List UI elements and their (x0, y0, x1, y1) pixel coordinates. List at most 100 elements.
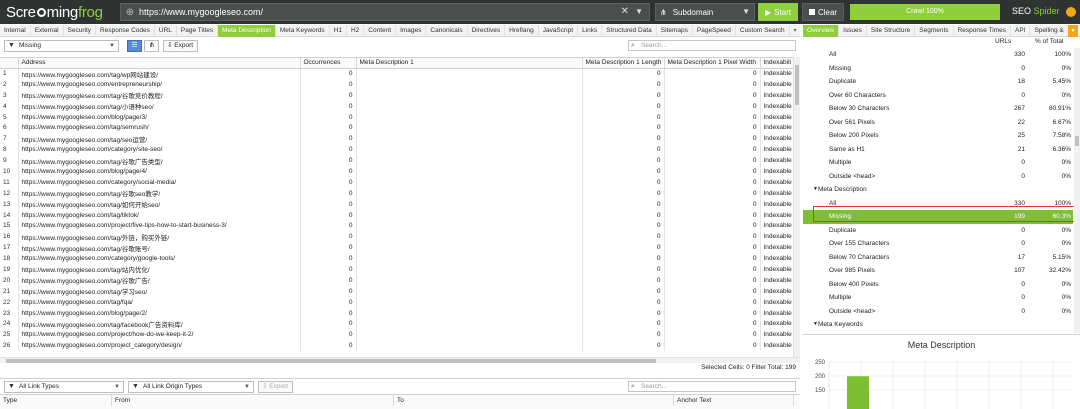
overview-row[interactable]: Below 200 Pixels 25 7.58% (803, 129, 1073, 143)
table-vertical-scrollbar[interactable] (793, 57, 800, 357)
tab-h1[interactable]: H1 (330, 25, 347, 37)
tab-structured-data[interactable]: Structured Data (602, 25, 657, 37)
overview-row[interactable]: Over 60 Characters 0 0% (803, 89, 1073, 103)
table-row[interactable]: 17 https://www.mygoogleseo.com/tag/谷歌账号/0… (0, 242, 793, 254)
tab-external[interactable]: External (31, 25, 64, 37)
overview-row[interactable]: Outside <head> 0 0% (803, 305, 1073, 319)
tab-page-titles[interactable]: Page Titles (177, 25, 219, 37)
table-row[interactable]: 18 https://www.mygoogleseo.com/category/g… (0, 253, 793, 265)
start-button[interactable]: ▶ Start (758, 3, 798, 21)
side-tab-response-times[interactable]: Response Times (954, 25, 1011, 37)
list-view-button[interactable]: ☰ (127, 40, 142, 52)
table-row[interactable]: 12 https://www.mygoogleseo.com/tag/谷歌seo教… (0, 187, 793, 199)
column-header[interactable]: From (112, 395, 394, 406)
tab-security[interactable]: Security (64, 25, 97, 37)
table-row[interactable]: 10 https://www.mygoogleseo.com/blog/page/… (0, 166, 793, 177)
overview-row[interactable]: Over 561 Pixels 22 6.67% (803, 116, 1073, 130)
overview-row[interactable]: Multiple 0 0% (803, 156, 1073, 170)
clear-url-icon[interactable]: ✕ (621, 6, 629, 17)
crawl-mode-select[interactable]: ⋔ Subdomain ▼ (655, 3, 755, 21)
bar-missing[interactable] (847, 376, 869, 409)
tab-h2[interactable]: H2 (347, 25, 365, 37)
tab-meta-keywords[interactable]: Meta Keywords (276, 25, 330, 37)
overview-row[interactable]: Outside <head> 0 0% (803, 170, 1073, 184)
chevron-down-icon[interactable]: ▼ (635, 7, 643, 16)
table-row[interactable]: 22 https://www.mygoogleseo.com/tag/fqa/0 0… (0, 296, 793, 308)
tab-meta-description[interactable]: Meta Description (218, 25, 276, 37)
table-row[interactable]: 23 https://www.mygoogleseo.com/blog/page/… (0, 307, 793, 319)
overview-row[interactable]: Duplicate 18 5.45% (803, 75, 1073, 89)
link-types-select[interactable]: ▼ All Link Types ▼ (4, 381, 124, 393)
table-row[interactable]: 8 https://www.mygoogleseo.com/category/si… (0, 144, 793, 156)
table-row[interactable]: 6 https://www.mygoogleseo.com/tag/semrush… (0, 122, 793, 134)
tab-internal[interactable]: Internal (0, 25, 31, 37)
column-header[interactable]: Type (0, 395, 112, 406)
table-row[interactable]: 9 https://www.mygoogleseo.com/tag/谷歌广告类型/… (0, 155, 793, 167)
overview-row[interactable]: Below 30 Characters 267 80.91% (803, 102, 1073, 116)
table-row[interactable]: 16 https://www.mygoogleseo.com/tag/外链，购买外… (0, 231, 793, 243)
bottom-search-input[interactable]: ⌕ Search... (628, 381, 796, 392)
tab-pagespeed[interactable]: PageSpeed (693, 25, 736, 37)
column-header[interactable]: To (394, 395, 674, 406)
overview-section[interactable]: ▼ Meta Description (803, 183, 1073, 197)
scroll-thumb[interactable] (1075, 136, 1079, 146)
tabs-overflow-icon[interactable]: ▾ (790, 25, 800, 37)
table-row[interactable]: 25 https://www.mygoogleseo.com/project/ho… (0, 329, 793, 341)
table-row[interactable]: 3 https://www.mygoogleseo.com/tag/谷歌竞价教程/… (0, 89, 793, 101)
table-row[interactable]: 26 https://www.mygoogleseo.com/project_ca… (0, 340, 793, 352)
column-header[interactable]: Meta Description 1 Length (582, 58, 665, 69)
overview-row[interactable]: Duplicate 0 0% (803, 224, 1073, 238)
scroll-thumb[interactable] (795, 65, 799, 105)
export-button[interactable]: ⇩ Export (163, 40, 199, 52)
side-tab-site-structure[interactable]: Site Structure (867, 25, 916, 37)
filter-select[interactable]: ▼ Missing ▼ (4, 40, 119, 52)
tab-links[interactable]: Links (578, 25, 603, 37)
tree-view-button[interactable]: ⋔ (144, 40, 159, 52)
overview-row[interactable]: Same as H1 21 6.36% (803, 143, 1073, 157)
tab-sitemaps[interactable]: Sitemaps (657, 25, 693, 37)
table-row[interactable]: 20 https://www.mygoogleseo.com/tag/谷歌广告/0… (0, 274, 793, 286)
tab-custom-search[interactable]: Custom Search (736, 25, 790, 37)
column-header[interactable]: Indexabili (760, 58, 793, 69)
overview-row[interactable]: All 330 100% (803, 48, 1073, 62)
column-header[interactable]: Meta Description 1 Pixel Width (664, 58, 761, 69)
side-tab-spelling[interactable]: Spelling & (1030, 25, 1069, 37)
table-row[interactable]: 11 https://www.mygoogleseo.com/category/s… (0, 176, 793, 188)
tab-javascript[interactable]: JavaScript (539, 25, 579, 37)
bottom-export-button[interactable]: ⇩ Export (258, 381, 294, 393)
column-header[interactable]: Anchor Text (674, 395, 794, 406)
column-header[interactable]: Meta Description 1 (356, 58, 583, 69)
table-row[interactable]: 4 https://www.mygoogleseo.com/tag/小语种seo/… (0, 100, 793, 112)
clear-button[interactable]: Clear (802, 3, 844, 21)
overview-row[interactable]: Below 70 Characters 17 5.15% (803, 251, 1073, 265)
overview-row[interactable]: Below 400 Pixels 0 0% (803, 278, 1073, 292)
table-row[interactable]: 19 https://www.mygoogleseo.com/tag/站内优化/0… (0, 264, 793, 275)
table-row[interactable]: 1 https://www.mygoogleseo.com/tag/wp网站建设/… (0, 68, 793, 79)
tab-url[interactable]: URL (155, 25, 177, 37)
search-input[interactable]: ⌕ Search... (628, 40, 796, 51)
table-row[interactable]: 13 https://www.mygoogleseo.com/tag/如何开始se… (0, 198, 793, 210)
table-row[interactable]: 14 https://www.mygoogleseo.com/tag/tiktok… (0, 209, 793, 221)
side-tab-api[interactable]: API (1011, 25, 1031, 37)
tab-hreflang[interactable]: Hreflang (505, 25, 539, 37)
overview-row[interactable]: Over 155 Characters 0 0% (803, 237, 1073, 251)
overview-section[interactable]: ▼ Meta Keywords (803, 318, 1073, 332)
side-tabs-overflow-icon[interactable]: ▾ (1068, 25, 1078, 37)
tab-canonicals[interactable]: Canonicals (426, 25, 468, 37)
overview-row[interactable]: Multiple 0 0% (803, 291, 1073, 305)
table-row[interactable]: 2 https://www.mygoogleseo.com/entrepreneu… (0, 78, 793, 90)
url-input[interactable]: ⊕ https://www.mygoogleseo.com/ ✕ ▼ (120, 3, 650, 21)
tab-content[interactable]: Content (364, 25, 397, 37)
tab-response-codes[interactable]: Response Codes (96, 25, 155, 37)
table-row[interactable]: 15 https://www.mygoogleseo.com/project/fi… (0, 220, 793, 232)
tab-images[interactable]: Images (396, 25, 427, 37)
column-header[interactable]: Occurrences (300, 58, 357, 69)
table-row[interactable]: 5 https://www.mygoogleseo.com/blog/page/3… (0, 111, 793, 123)
overview-scrollbar[interactable] (1074, 48, 1080, 333)
side-tab-segments[interactable]: Segments (915, 25, 954, 37)
overview-row[interactable]: Missing 0 0% (803, 62, 1073, 76)
table-row[interactable]: 7 https://www.mygoogleseo.com/tag/seo运营/0… (0, 133, 793, 145)
side-tab-issues[interactable]: Issues (839, 25, 867, 37)
table-row[interactable]: 24 https://www.mygoogleseo.com/tag/facebo… (0, 318, 793, 330)
column-header[interactable]: Address (18, 58, 301, 69)
